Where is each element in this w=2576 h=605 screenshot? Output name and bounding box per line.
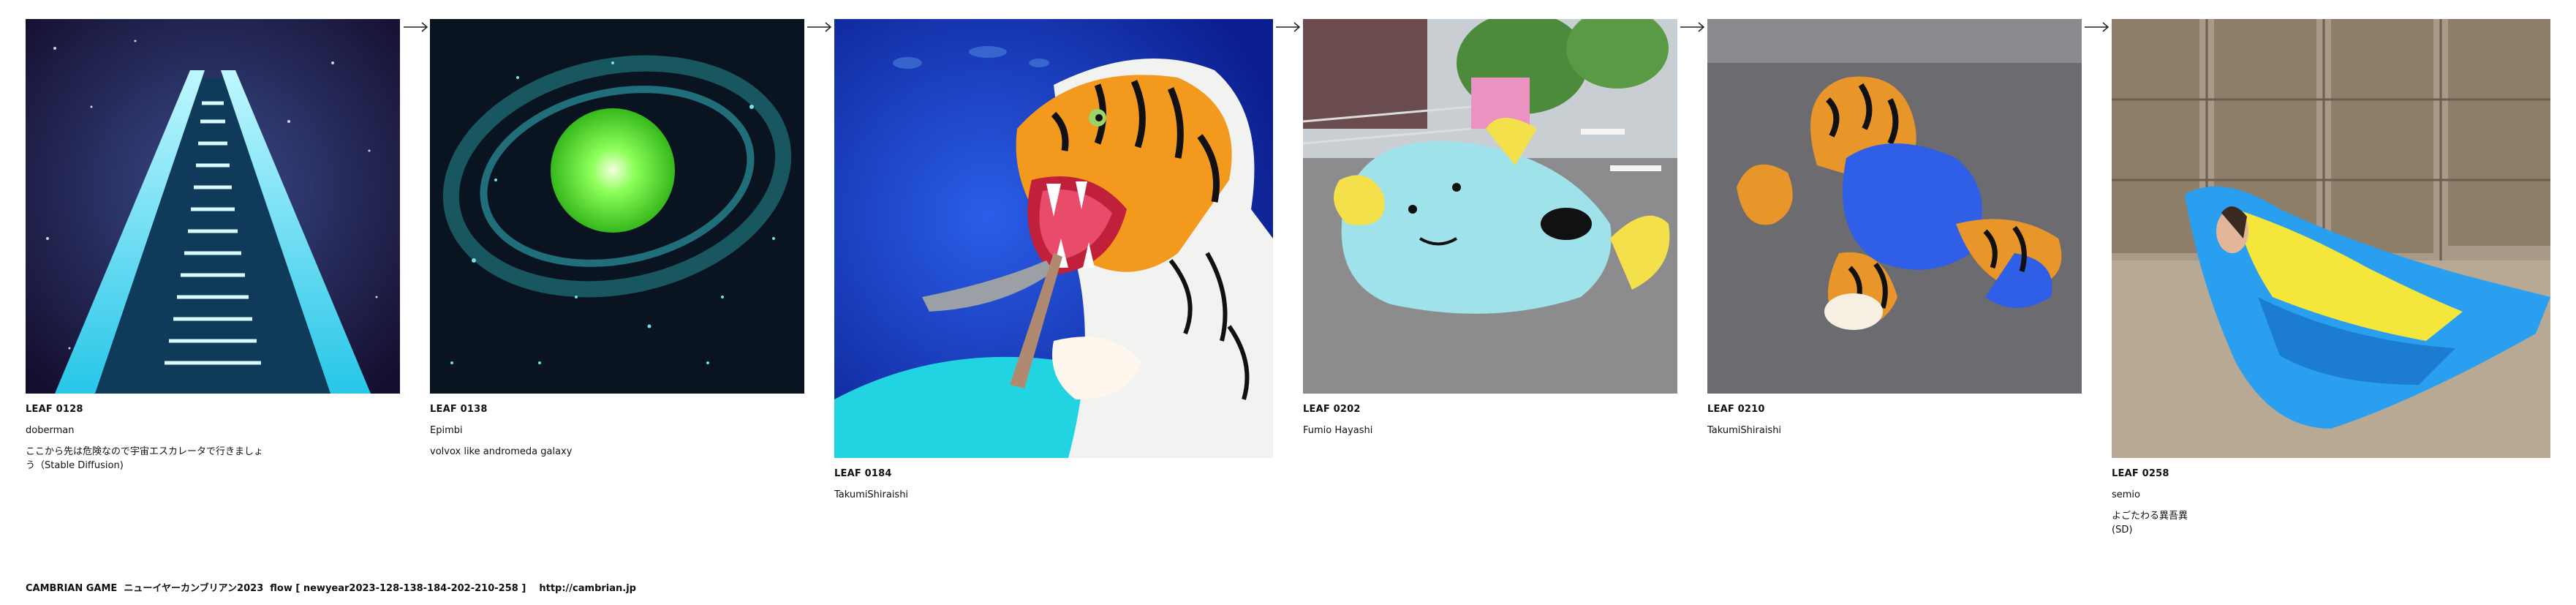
leaf-author[interactable]: Epimbi: [430, 424, 804, 437]
flow-footer: CAMBRIAN GAME ニューイヤーカンブリアン2023 flow [ ne…: [26, 583, 636, 594]
arrow-right-icon: [807, 22, 832, 32]
arrow-right-icon: [404, 22, 428, 32]
arrow-right-icon: [1276, 22, 1301, 32]
arrow-right-icon: [2085, 22, 2109, 32]
leaf-id: LEAF 0184: [834, 468, 892, 479]
leaf-id: LEAF 0128: [26, 404, 83, 415]
leaf-card: LEAF 0202 Fumio Hayashi: [1303, 19, 1677, 437]
leaf-image-plush-tiger[interactable]: [1707, 19, 2082, 394]
arrow-right-icon: [1680, 22, 1705, 32]
leaf-card: LEAF 0138 Epimbi volvox like andromeda g…: [430, 19, 804, 459]
leaf-card: LEAF 0210 TakumiShiraishi: [1707, 19, 2082, 437]
leaf-image-galaxy[interactable]: [430, 19, 804, 394]
leaf-card: LEAF 0258 semio よごたわる異吾異 (SD): [2112, 19, 2550, 537]
leaf-image-plush-fish[interactable]: [1303, 19, 1677, 394]
leaf-author[interactable]: semio: [2112, 488, 2550, 502]
leaf-author[interactable]: TakumiShiraishi: [834, 488, 1273, 502]
leaf-author[interactable]: TakumiShiraishi: [1707, 424, 2082, 437]
leaf-author[interactable]: Fumio Hayashi: [1303, 424, 1677, 437]
leaf-image-blue-cloth[interactable]: [2112, 19, 2550, 458]
leaf-author[interactable]: doberman: [26, 424, 400, 437]
leaf-id: LEAF 0210: [1707, 404, 1765, 415]
leaf-id: LEAF 0258: [2112, 468, 2169, 479]
leaf-card: LEAF 0184 TakumiShiraishi: [834, 19, 1273, 502]
leaf-image-escalator[interactable]: [26, 19, 400, 394]
leaf-id: LEAF 0202: [1303, 404, 1361, 415]
leaf-caption: volvox like andromeda galaxy: [430, 446, 573, 457]
leaf-caption: よごたわる異吾異 (SD): [2112, 511, 2188, 536]
leaf-id: LEAF 0138: [430, 404, 488, 415]
leaf-caption: ここから先は危険なので宇宙エスカレータで行きましょう（Stable Diffus…: [26, 446, 264, 471]
leaf-image-tiger-fish[interactable]: [834, 19, 1273, 458]
leaf-card: LEAF 0128 doberman ここから先は危険なので宇宙エスカレータで行…: [26, 19, 400, 473]
